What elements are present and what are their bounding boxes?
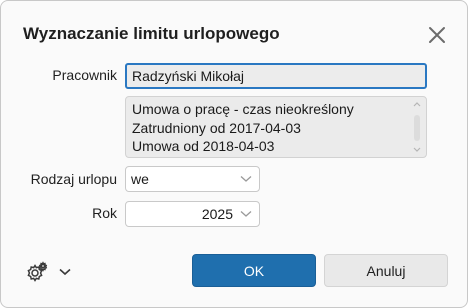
leave-type-value: we <box>131 171 149 187</box>
year-label: Rok <box>92 205 117 221</box>
contract-info-box[interactable]: Umowa o pracę - czas nieokreślony Zatrud… <box>125 96 427 158</box>
info-scrollbar[interactable] <box>412 101 422 153</box>
chevron-down-icon <box>59 268 71 276</box>
chevron-down-icon <box>240 176 252 182</box>
leave-type-label: Rodzaj urlopu <box>30 171 117 187</box>
gear-icon <box>27 261 48 282</box>
scroll-thumb[interactable] <box>414 115 420 141</box>
cancel-button[interactable]: Anuluj <box>324 254 448 287</box>
chevron-down-icon <box>240 211 252 217</box>
dialog: Wyznaczanie limitu urlopowego Pracownik … <box>0 0 468 308</box>
ok-button[interactable]: OK <box>192 254 316 287</box>
employee-field[interactable]: Radzyński Mikołaj <box>125 63 427 89</box>
employee-label: Pracownik <box>52 67 117 83</box>
close-button[interactable] <box>423 21 451 49</box>
leave-type-select[interactable]: we <box>125 166 260 192</box>
info-line-employed-since: Zatrudniony od 2017-04-03 <box>132 119 301 136</box>
settings-menu-button[interactable] <box>25 259 75 285</box>
year-value: 2025 <box>201 206 233 222</box>
year-select[interactable]: 2025 <box>125 201 260 227</box>
info-line-contract: Umowa o pracę - czas nieokreślony <box>132 101 354 117</box>
scroll-up-icon[interactable] <box>413 101 421 107</box>
scroll-down-icon[interactable] <box>413 147 421 153</box>
info-line-contract-since: Umowa od 2018-04-03 <box>132 138 275 154</box>
dialog-title: Wyznaczanie limitu urlopowego <box>23 24 280 43</box>
close-icon <box>429 27 445 43</box>
